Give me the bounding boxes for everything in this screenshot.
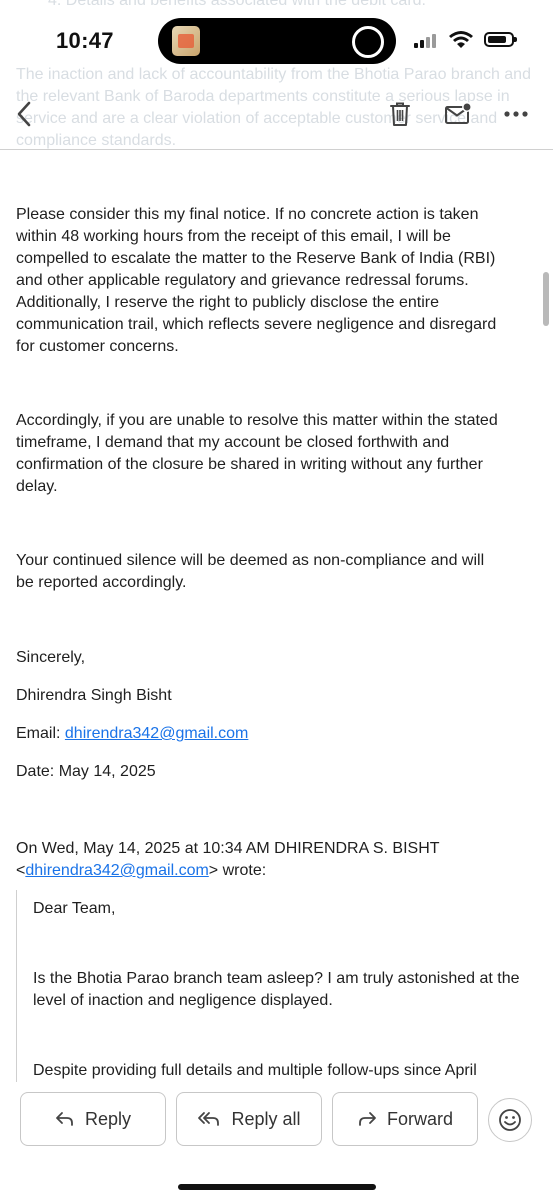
date-line: Date: May 14, 2025 [16, 763, 156, 780]
quote-header-prefix: On Wed, May 14, 2025 at 10:34 AM DHIREND… [16, 840, 440, 857]
recording-ring-icon [352, 26, 384, 58]
quoted-paragraph: Is the Bhotia Parao branch team asleep? … [33, 970, 520, 1009]
trash-icon [390, 102, 410, 126]
emoji-reaction-button[interactable] [488, 1098, 532, 1142]
quote-header-suffix: > wrote: [208, 862, 267, 879]
sender-name: Dhirendra Singh Bisht [16, 687, 172, 704]
quote-header-email-link[interactable]: dhirendra342@gmail.com [25, 862, 208, 879]
paragraph-final-notice: Please consider this my final notice. If… [16, 206, 497, 355]
signoff: Sincerely, [16, 649, 86, 666]
paragraph-non-compliance: Your continued silence will be deemed as… [16, 552, 485, 591]
mail-unread-icon [445, 102, 472, 124]
quoted-paragraph: Despite providing full details and multi… [33, 1062, 477, 1079]
more-horizontal-icon [504, 111, 528, 117]
forward-label: Forward [386, 1108, 453, 1129]
emoji-smile-icon [499, 1109, 521, 1131]
home-indicator[interactable] [178, 1184, 376, 1190]
email-toolbar [0, 84, 553, 150]
forward-icon [359, 1112, 376, 1126]
quoted-message: Dear Team, Is the Bhotia Parao branch te… [16, 890, 521, 1082]
dynamic-island [158, 18, 396, 64]
reply-all-icon [198, 1112, 220, 1126]
reply-action-bar: Reply Reply all Forward [0, 1082, 553, 1200]
reply-label: Reply [84, 1108, 132, 1129]
reply-button[interactable]: Reply [20, 1092, 166, 1146]
quote-header: On Wed, May 14, 2025 at 10:34 AM DHIREND… [16, 838, 506, 882]
paragraph-account-closure: Accordingly, if you are unable to resolv… [16, 412, 498, 495]
status-time: 10:47 [56, 28, 114, 53]
live-activity-thumbnail [172, 26, 200, 56]
forward-button[interactable]: Forward [332, 1092, 478, 1146]
toolbar-divider [0, 149, 553, 150]
chevron-left-icon [17, 101, 31, 127]
quote-header-lt: < [16, 862, 26, 879]
battery-icon [484, 32, 517, 47]
sender-email-line: Email: dhirendra342@gmail.com [16, 723, 506, 745]
email-label: Email: [16, 725, 65, 742]
scrollbar[interactable] [543, 272, 549, 326]
email-paragraph: Your continued silence will be deemed as… [16, 550, 506, 594]
quoted-greeting: Dear Team, [33, 900, 116, 917]
mark-unread-button[interactable] [438, 92, 478, 136]
back-button[interactable] [4, 92, 44, 136]
more-options-button[interactable] [496, 92, 536, 136]
reply-all-button[interactable]: Reply all [176, 1092, 322, 1146]
status-bar: 10:47 [0, 0, 553, 84]
cellular-signal-icon [414, 32, 440, 48]
sender-email-link[interactable]: dhirendra342@gmail.com [65, 725, 248, 742]
email-paragraph: Accordingly, if you are unable to resolv… [16, 410, 506, 498]
reply-all-label: Reply all [231, 1108, 301, 1129]
wifi-icon [449, 31, 473, 48]
email-paragraph: Please consider this my final notice. If… [16, 204, 506, 358]
reply-icon [56, 1112, 73, 1126]
delete-button[interactable] [380, 92, 420, 136]
